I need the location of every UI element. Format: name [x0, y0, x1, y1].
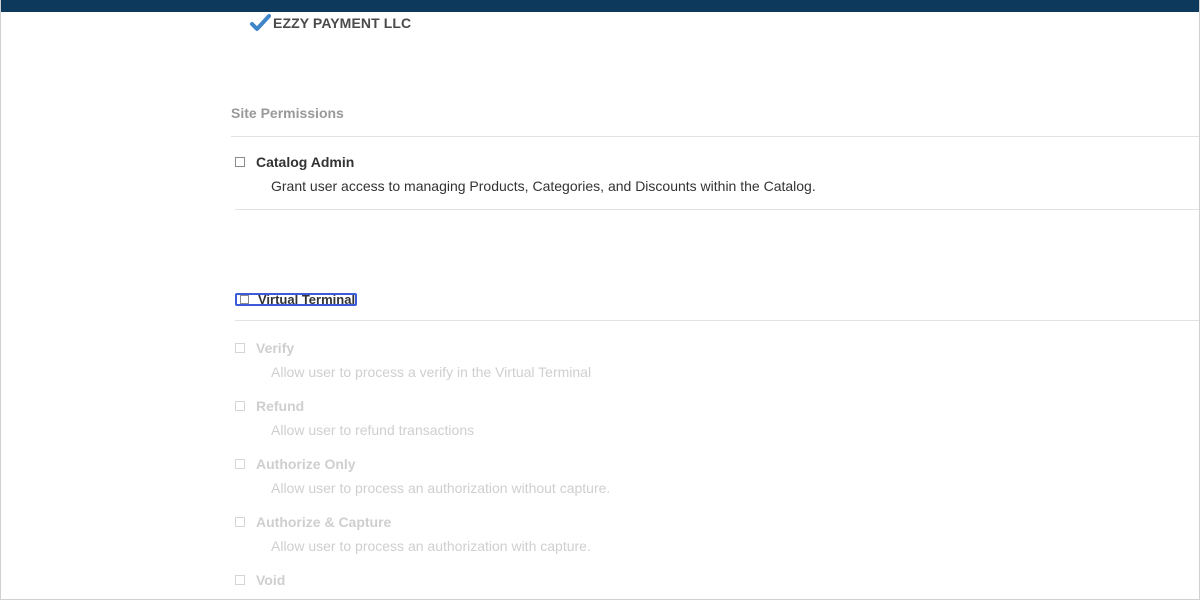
- permission-label: Refund: [256, 398, 305, 414]
- user-permissions-page: EZZY PAYMENT LLC Site Permissions Catalo…: [0, 0, 1200, 600]
- header-bar: [1, 0, 1199, 12]
- authorize-capture-checkbox[interactable]: [235, 517, 245, 527]
- virtual-terminal-checkbox[interactable]: [240, 295, 249, 304]
- permission-label: Catalog Admin: [256, 154, 355, 170]
- virtual-terminal-toggle[interactable]: Virtual Terminal: [235, 293, 357, 306]
- permission-authorize-capture: Authorize & Capture Allow user to proces…: [235, 512, 591, 554]
- divider: [235, 209, 1199, 210]
- verify-checkbox[interactable]: [235, 343, 245, 353]
- divider: [231, 136, 1199, 137]
- permission-label: Authorize Only: [256, 456, 356, 472]
- site-permissions-title: Site Permissions: [231, 105, 344, 121]
- permission-verify: Verify Allow user to process a verify in…: [235, 338, 591, 380]
- void-checkbox[interactable]: [235, 575, 245, 585]
- permission-description: Allow user to process a verify in the Vi…: [271, 364, 592, 380]
- permission-description: Allow user to process an authorization w…: [271, 480, 611, 496]
- permission-label: Void: [256, 572, 286, 588]
- check-icon: [250, 14, 271, 31]
- permission-void: Void: [235, 570, 285, 590]
- merchant-header: EZZY PAYMENT LLC: [249, 12, 411, 34]
- permission-description: Grant user access to managing Products, …: [271, 178, 816, 194]
- permission-refund: Refund Allow user to refund transactions: [235, 396, 474, 438]
- permission-catalog-admin: Catalog Admin Grant user access to manag…: [235, 152, 816, 194]
- permission-description: Allow user to refund transactions: [271, 422, 475, 438]
- refund-checkbox[interactable]: [235, 401, 245, 411]
- virtual-terminal-label: Virtual Terminal: [258, 293, 356, 306]
- permission-label: Verify: [256, 340, 295, 356]
- permission-description: Allow user to process an authorization w…: [271, 538, 591, 554]
- divider: [235, 320, 1199, 321]
- authorize-only-checkbox[interactable]: [235, 459, 245, 469]
- merchant-name: EZZY PAYMENT LLC: [273, 15, 412, 31]
- permission-label: Authorize & Capture: [256, 514, 392, 530]
- catalog-admin-checkbox[interactable]: [235, 157, 245, 167]
- permission-authorize-only: Authorize Only Allow user to process an …: [235, 454, 610, 496]
